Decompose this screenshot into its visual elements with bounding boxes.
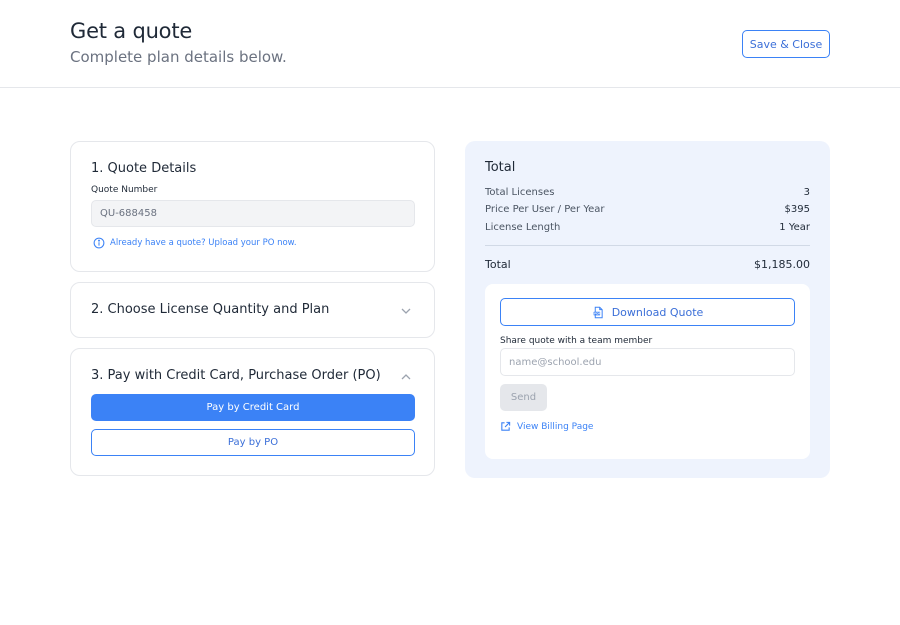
summary-panel: Total Total Licenses 3 Price Per User / … xyxy=(465,141,830,478)
save-close-button[interactable]: Save & Close xyxy=(742,30,830,58)
summary-title: Total xyxy=(485,160,516,175)
pay-po-button[interactable]: Pay by PO xyxy=(91,429,415,456)
summary-row-price: Price Per User / Per Year $395 xyxy=(485,204,810,215)
download-quote-label: Download Quote xyxy=(611,305,704,319)
upload-po-text: Already have a quote? Upload your PO now… xyxy=(110,238,297,248)
total-label: Total xyxy=(485,258,511,271)
page-subtitle: Complete plan details below. xyxy=(70,48,287,66)
quote-number-label: Quote Number xyxy=(91,185,158,195)
summary-row-length: License Length 1 Year xyxy=(485,222,810,233)
share-box: PDF Download Quote Share quote with a te… xyxy=(485,284,810,459)
payment-card: 3. Pay with Credit Card, Purchase Order … xyxy=(70,348,435,476)
quote-details-title: 1. Quote Details xyxy=(91,161,197,176)
total-value: $1,185.00 xyxy=(754,258,810,271)
view-billing-text: View Billing Page xyxy=(517,421,594,432)
info-icon xyxy=(93,237,105,249)
upload-po-link[interactable]: Already have a quote? Upload your PO now… xyxy=(93,237,297,249)
send-button[interactable]: Send xyxy=(500,384,547,411)
page-header: Get a quote Complete plan details below.… xyxy=(0,0,900,88)
summary-row-label: License Length xyxy=(485,222,561,233)
summary-row-value: $395 xyxy=(784,204,810,215)
page-title: Get a quote xyxy=(70,19,193,43)
external-link-icon xyxy=(501,421,511,431)
summary-total-row: Total $1,185.00 xyxy=(485,258,810,271)
summary-row-label: Total Licenses xyxy=(485,187,555,198)
payment-title: 3. Pay with Credit Card, Purchase Order … xyxy=(91,368,381,383)
view-billing-link[interactable]: View Billing Page xyxy=(500,421,593,432)
summary-divider xyxy=(485,245,810,246)
quote-number-input[interactable] xyxy=(91,200,415,227)
summary-row-value: 3 xyxy=(803,187,810,198)
license-plan-card[interactable]: 2. Choose License Quantity and Plan xyxy=(70,282,435,338)
svg-text:PDF: PDF xyxy=(594,311,601,315)
share-email-input[interactable] xyxy=(500,348,795,376)
chevron-down-icon[interactable] xyxy=(400,305,412,317)
download-quote-button[interactable]: PDF Download Quote xyxy=(500,298,795,326)
license-plan-title: 2. Choose License Quantity and Plan xyxy=(91,302,330,317)
pdf-file-icon: PDF xyxy=(593,306,603,318)
summary-row-label: Price Per User / Per Year xyxy=(485,204,605,215)
quote-details-card: 1. Quote Details Quote Number Already ha… xyxy=(70,141,435,272)
summary-row-value: 1 Year xyxy=(779,222,810,233)
summary-row-licenses: Total Licenses 3 xyxy=(485,187,810,198)
pay-credit-card-button[interactable]: Pay by Credit Card xyxy=(91,394,415,421)
share-label: Share quote with a team member xyxy=(500,336,653,346)
chevron-up-icon[interactable] xyxy=(400,371,412,383)
